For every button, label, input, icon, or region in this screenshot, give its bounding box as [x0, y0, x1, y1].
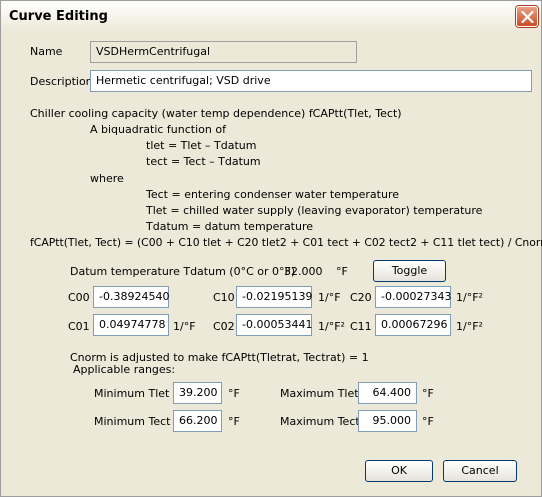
- toggle-button[interactable]: Toggle: [373, 260, 446, 282]
- min-tlet-label: Minimum Tlet: [94, 387, 170, 400]
- c20-label: C20: [350, 291, 372, 304]
- max-tect-label: Maximum Tect: [280, 415, 360, 428]
- window-title: Curve Editing: [9, 9, 108, 24]
- c10-label: C10: [213, 291, 235, 304]
- formula-text: fCAPtt(Tlet, Tect) = (C00 + C10 tlet + C…: [30, 236, 542, 249]
- c01-label: C01: [68, 320, 90, 333]
- max-tlet-label: Maximum Tlet: [280, 387, 359, 400]
- max-tlet-unit: °F: [422, 387, 434, 400]
- dialog-body: Name VSDHermCentrifugal Description Herm…: [1, 33, 542, 496]
- cancel-button[interactable]: Cancel: [443, 460, 517, 482]
- explanation-line: where: [90, 172, 124, 185]
- title-bar: Curve Editing: [1, 1, 541, 33]
- c20-input[interactable]: -0.00027343: [375, 286, 451, 308]
- c11-unit: 1/°F²: [456, 320, 483, 333]
- datum-value: 32.000: [284, 265, 323, 278]
- c02-input[interactable]: -0.00053441: [236, 314, 312, 336]
- c10-unit: 1/°F: [318, 291, 341, 304]
- min-tect-input[interactable]: 66.200: [173, 410, 222, 432]
- c11-input[interactable]: 0.00067296: [375, 314, 451, 336]
- explanation-line: tect = Tect – Tdatum: [146, 155, 261, 168]
- name-field: VSDHermCentrifugal: [90, 41, 357, 63]
- c02-label: C02: [213, 320, 235, 333]
- name-label: Name: [30, 45, 63, 58]
- min-tect-unit: °F: [228, 415, 240, 428]
- max-tect-unit: °F: [422, 415, 434, 428]
- c01-input[interactable]: 0.04974778: [93, 314, 169, 336]
- ok-button[interactable]: OK: [365, 460, 433, 482]
- c11-label: C11: [350, 320, 372, 333]
- c02-unit: 1/°F²: [318, 320, 345, 333]
- max-tect-input[interactable]: 95.000: [358, 410, 417, 432]
- close-button[interactable]: [516, 6, 538, 27]
- c00-input[interactable]: -0.38924540: [93, 286, 169, 308]
- explanation-line: Tect = entering condenser water temperat…: [146, 188, 400, 201]
- explanation-line: tlet = Tlet – Tdatum: [146, 139, 257, 152]
- c01-unit: 1/°F: [173, 320, 196, 333]
- description-label: Description: [30, 75, 93, 88]
- description-field[interactable]: Hermetic centrifugal; VSD drive: [90, 70, 532, 92]
- c00-label: C00: [68, 291, 90, 304]
- datum-unit: °F: [336, 265, 348, 278]
- explanation-line: Tdatum = datum temperature: [146, 220, 314, 233]
- close-icon: [521, 11, 534, 23]
- explanation-line: Tlet = chilled water supply (leaving eva…: [146, 204, 483, 217]
- min-tlet-input[interactable]: 39.200: [173, 382, 222, 404]
- curve-editing-dialog: Curve Editing Name VSDHermCentrifugal De…: [0, 0, 542, 497]
- c20-unit: 1/°F²: [456, 291, 483, 304]
- explanation-heading: Chiller cooling capacity (water temp dep…: [30, 107, 402, 120]
- explanation-line: A biquadratic function of: [90, 123, 226, 136]
- min-tect-label: Minimum Tect: [94, 415, 171, 428]
- max-tlet-input[interactable]: 64.400: [358, 382, 417, 404]
- ranges-heading: Applicable ranges:: [73, 363, 176, 376]
- min-tlet-unit: °F: [228, 387, 240, 400]
- datum-label: Datum temperature Tdatum (0°C or 0°F): [70, 265, 296, 278]
- c10-input[interactable]: -0.02195139: [236, 286, 312, 308]
